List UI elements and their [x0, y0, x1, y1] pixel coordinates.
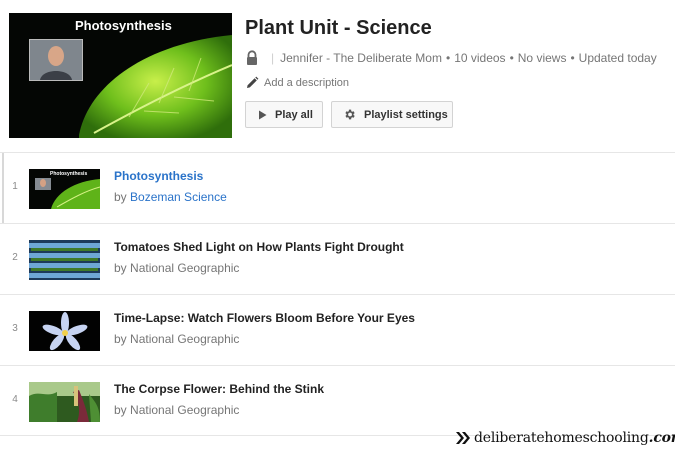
by-label: by: [114, 190, 127, 204]
playlist-settings-button[interactable]: Playlist settings: [331, 101, 453, 128]
video-byline: by National Geographic: [114, 332, 239, 346]
view-count: No views: [517, 51, 567, 65]
playlist-thumbnail[interactable]: Photosynthesis: [9, 13, 232, 138]
meta-dot: •: [570, 51, 575, 65]
video-index: 1: [12, 181, 18, 192]
video-index: 2: [12, 252, 18, 263]
video-title[interactable]: The Corpse Flower: Behind the Stink: [114, 382, 324, 396]
play-all-label: Play all: [275, 108, 313, 121]
presenter-image: [29, 39, 83, 81]
video-list: 1 Photosynthesis Photosynthesis by Bozem…: [0, 152, 675, 436]
by-label: by: [114, 261, 127, 275]
video-thumbnail[interactable]: [29, 240, 100, 280]
video-byline: by National Geographic: [114, 261, 239, 275]
video-title[interactable]: Time-Lapse: Watch Flowers Bloom Before Y…: [114, 311, 415, 325]
video-index: 4: [12, 394, 18, 405]
meta-divider: |: [271, 51, 275, 65]
playlist-settings-label: Playlist settings: [364, 108, 448, 121]
channel-link[interactable]: Bozeman Science: [130, 190, 227, 204]
updated-label: Updated today: [578, 51, 657, 65]
by-label: by: [114, 403, 127, 417]
watermark-name: deliberatehomeschooling: [474, 430, 649, 446]
video-thumbnail[interactable]: Photosynthesis: [29, 169, 100, 209]
thumbnail-title: Photosynthesis: [75, 18, 172, 33]
play-icon: [259, 110, 267, 119]
meta-dot: •: [445, 51, 451, 65]
list-item[interactable]: 3 Time-Lapse: Watch Flowers Bloom Before…: [0, 294, 675, 365]
list-item[interactable]: 4 The Corpse Flower: Behind the Stink by…: [0, 365, 675, 436]
playlist-title: Plant Unit - Science: [245, 17, 432, 39]
video-title[interactable]: Photosynthesis: [114, 169, 203, 183]
channel-link[interactable]: National Geographic: [130, 403, 239, 417]
add-description-button[interactable]: Add a description: [245, 76, 349, 90]
list-item[interactable]: 1 Photosynthesis Photosynthesis by Bozem…: [0, 152, 675, 223]
video-count: 10 videos: [454, 51, 506, 65]
double-chevron-icon: [456, 432, 470, 444]
playlist-header: Photosynthesis Plant Unit - Science | Je…: [0, 0, 675, 152]
playlist-meta: | Jennifer - The Deliberate Mom • 10 vid…: [245, 49, 657, 67]
video-thumbnail[interactable]: [29, 311, 100, 351]
play-all-button[interactable]: Play all: [245, 101, 323, 128]
channel-link[interactable]: National Geographic: [130, 332, 239, 346]
video-thumbnail[interactable]: [29, 382, 100, 422]
add-description-label: Add a description: [264, 77, 349, 89]
video-byline: by Bozeman Science: [114, 190, 227, 204]
pencil-icon: [247, 76, 259, 88]
lock-icon[interactable]: [245, 50, 259, 66]
site-watermark: deliberatehomeschooling.com: [456, 430, 675, 446]
video-title[interactable]: Tomatoes Shed Light on How Plants Fight …: [114, 240, 404, 254]
watermark-tld: .com: [648, 430, 675, 446]
thumbnail-title: Photosynthesis: [50, 171, 88, 177]
by-label: by: [114, 332, 127, 346]
drag-handle[interactable]: [2, 153, 4, 223]
gear-icon: [345, 109, 355, 120]
video-byline: by National Geographic: [114, 403, 239, 417]
meta-dot: •: [509, 51, 514, 65]
list-item[interactable]: 2 Tomatoes Shed Light on How Plants Figh…: [0, 223, 675, 294]
channel-link[interactable]: National Geographic: [130, 261, 239, 275]
video-index: 3: [12, 323, 18, 334]
playlist-owner[interactable]: Jennifer - The Deliberate Mom: [280, 51, 442, 65]
